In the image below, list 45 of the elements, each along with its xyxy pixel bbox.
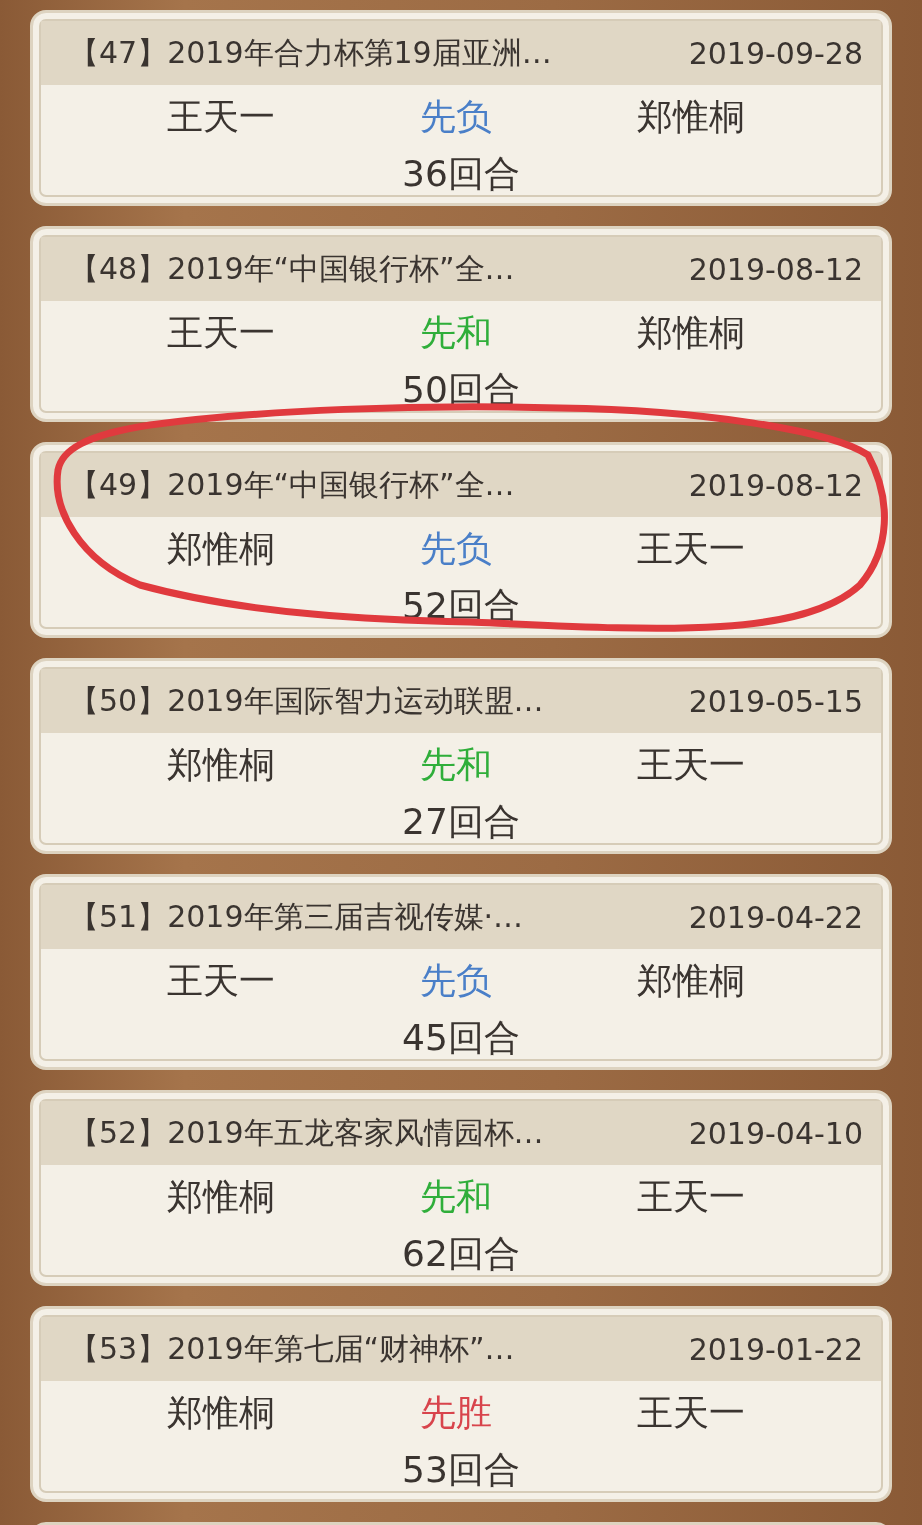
game-card[interactable]: 【52】2019年五龙客家风情园杯… 2019-04-10 郑惟桐 先和 王天一 62回合: [30, 1090, 892, 1286]
game-title: 【52】2019年五龙客家风情园杯…: [69, 1113, 544, 1152]
game-result: 先负: [419, 95, 493, 139]
game-card[interactable]: 【53】2019年第七届“财神杯”… 2019-01-22 郑惟桐 先胜 王天一 53回合: [30, 1306, 892, 1502]
game-date: 2019-08-12: [688, 467, 863, 503]
game-card[interactable]: 【47】2019年合力杯第19届亚洲… 2019-09-28 王天一 先负 郑惟桐 36回合: [30, 10, 892, 206]
game-card[interactable]: 【50】2019年国际智力运动联盟… 2019-05-15 郑惟桐 先和 王天一 27回合: [30, 658, 892, 854]
game-title: 【50】2019年国际智力运动联盟…: [69, 681, 544, 720]
player-name: 王天一: [636, 743, 747, 787]
player-name: 王天一: [636, 527, 747, 571]
game-date: 2019-05-15: [688, 683, 863, 719]
game-result: 先和: [419, 743, 493, 787]
game-card[interactable]: 【51】2019年第三届吉视传媒·… 2019-04-22 王天一 先负 郑惟桐 45回合: [30, 874, 892, 1070]
game-title: 【47】2019年合力杯第19届亚洲…: [69, 33, 552, 72]
move-count: 27回合: [401, 800, 521, 844]
move-count: 62回合: [401, 1232, 521, 1276]
game-result: 先负: [419, 527, 493, 571]
game-result: 先负: [419, 959, 493, 1003]
game-result: 先胜: [419, 1391, 493, 1435]
game-date: 2019-04-10: [688, 1115, 863, 1151]
game-title: 【49】2019年“中国银行杯”全…: [69, 465, 515, 504]
game-title: 【51】2019年第三届吉视传媒·…: [69, 897, 524, 936]
player-name: 郑惟桐: [636, 959, 747, 1003]
player-name: 郑惟桐: [636, 95, 747, 139]
move-count: 53回合: [401, 1448, 521, 1492]
player-name: 王天一: [636, 1391, 747, 1435]
player-name: 郑惟桐: [636, 311, 747, 355]
player-name: 王天一: [165, 95, 276, 139]
player-name: 王天一: [165, 311, 276, 355]
move-count: 45回合: [401, 1016, 521, 1060]
player-name: 王天一: [636, 1175, 747, 1219]
game-date: 2019-08-12: [688, 251, 863, 287]
game-date: 2019-04-22: [688, 899, 863, 935]
player-name: 郑惟桐: [165, 527, 276, 571]
game-title: 【53】2019年第七届“财神杯”…: [69, 1329, 515, 1368]
game-result: 先和: [419, 1175, 493, 1219]
player-name: 郑惟桐: [165, 743, 276, 787]
player-name: 郑惟桐: [165, 1175, 276, 1219]
game-title: 【48】2019年“中国银行杯”全…: [69, 249, 515, 288]
game-date: 2019-01-22: [688, 1331, 863, 1367]
move-count: 36回合: [401, 152, 521, 196]
game-date: 2019-09-28: [688, 35, 863, 71]
player-name: 王天一: [165, 959, 276, 1003]
player-name: 郑惟桐: [165, 1391, 276, 1435]
game-result: 先和: [419, 311, 493, 355]
